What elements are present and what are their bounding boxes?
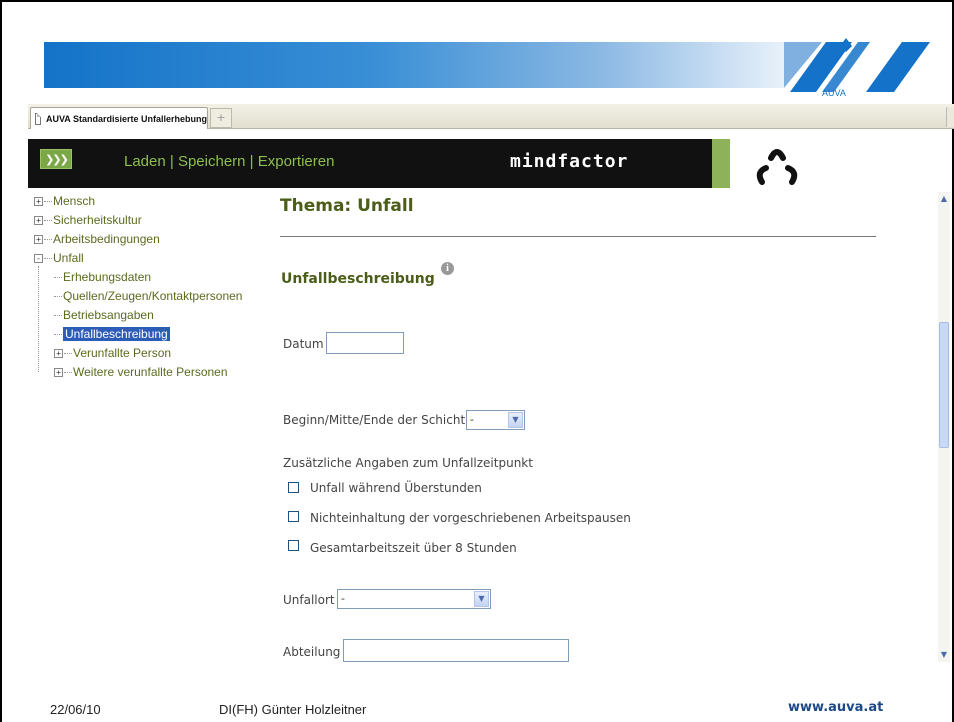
app-toolbar: ❯❯❯ Laden | Speichern | Exportieren mind… — [28, 139, 712, 188]
footer-date: 22/06/10 — [50, 702, 101, 717]
content-scrollbar[interactable]: ▲ ▼ — [938, 192, 950, 662]
checkbox-gesamtarbeitszeit[interactable] — [288, 540, 299, 551]
menu-save-link[interactable]: Speichern — [178, 153, 246, 170]
expand-icon[interactable]: + — [34, 197, 43, 207]
tree-dash — [54, 277, 62, 279]
tree-item-label: Unfall — [53, 251, 84, 265]
expand-icon[interactable]: + — [34, 235, 43, 245]
tree-item-label: Weitere verunfallte Personen — [73, 365, 228, 379]
auva-logo: AUVA — [790, 38, 930, 98]
tree-item-label: Unfallbeschreibung — [63, 327, 170, 341]
tree-item-label: Quellen/Zeugen/Kontaktpersonen — [63, 289, 243, 303]
scroll-thumb[interactable] — [939, 322, 949, 448]
page-title: Thema: Unfall — [280, 196, 414, 216]
checkbox-label: Nichteinhaltung der vorgeschriebenen Arb… — [310, 511, 631, 525]
checkbox-label: Unfall während Überstunden — [310, 481, 482, 495]
accent-strip — [712, 139, 730, 188]
tree-dash — [64, 372, 72, 374]
tree-dash — [54, 315, 62, 317]
brand-name: mindfactor — [510, 151, 629, 172]
unfallort-select[interactable]: - ▼ — [337, 589, 491, 609]
tab-title: AUVA Standardisierte Unfallerhebung — [45, 113, 207, 124]
tree-dash — [54, 334, 62, 336]
browser-tab-strip: AUVA Standardisierte Unfallerhebung + — [28, 104, 954, 129]
footer-author: DI(FH) Günter Holzleitner — [219, 702, 367, 717]
tree-item-mensch[interactable]: + Mensch — [34, 192, 242, 211]
scroll-up-icon[interactable]: ▲ — [938, 192, 950, 206]
checkbox-arbeitspausen[interactable] — [288, 511, 299, 522]
tree-item-unfall[interactable]: - Unfall — [34, 249, 242, 268]
menu-export-link[interactable]: Exportieren — [258, 153, 335, 170]
chevrons-icon[interactable]: ❯❯❯ — [40, 149, 72, 169]
scroll-down-icon[interactable]: ▼ — [938, 648, 950, 662]
abteilung-label: Abteilung — [283, 645, 341, 659]
tree-dash — [64, 353, 72, 355]
unfallort-selected-value: - — [341, 592, 345, 605]
footer-url[interactable]: www.auva.at — [788, 700, 883, 715]
datum-label: Datum — [283, 337, 324, 351]
tree-item-verunfallte-person[interactable]: + Verunfallte Person — [34, 344, 242, 363]
navigation-tree: + Mensch + Sicherheitskultur + Arbeitsbedin… — [34, 192, 242, 382]
tree-item-label: Erhebungsdaten — [63, 270, 152, 284]
tree-dash — [44, 258, 52, 260]
tree-item-label: Verunfallte Person — [73, 346, 172, 360]
menu-separator: | — [165, 153, 178, 170]
expand-icon[interactable]: + — [54, 368, 63, 378]
abteilung-field[interactable] — [343, 639, 569, 662]
tree-item-quellen[interactable]: Quellen/Zeugen/Kontaktpersonen — [34, 287, 242, 306]
collapse-icon[interactable]: - — [34, 254, 43, 264]
tree-item-label: Mensch — [53, 194, 96, 208]
tree-dash — [44, 201, 52, 203]
expand-icon[interactable]: + — [34, 216, 43, 226]
chevron-down-icon[interactable]: ▼ — [508, 412, 523, 428]
menu-separator: | — [245, 153, 258, 170]
browser-tab[interactable]: AUVA Standardisierte Unfallerhebung — [30, 107, 208, 129]
new-tab-button[interactable]: + — [210, 108, 232, 128]
schicht-label: Beginn/Mitte/Ende der Schicht — [283, 413, 466, 427]
schicht-selected-value: - — [470, 413, 474, 426]
tree-item-unfallbeschreibung[interactable]: Unfallbeschreibung — [34, 325, 242, 344]
expand-icon[interactable]: + — [54, 349, 63, 359]
document-icon — [35, 112, 41, 125]
menu-links: Laden | Speichern | Exportieren — [124, 153, 334, 170]
tree-item-arbeitsbedingungen[interactable]: + Arbeitsbedingungen — [34, 230, 242, 249]
chevron-down-icon[interactable]: ▼ — [474, 591, 489, 607]
datum-field[interactable] — [326, 332, 404, 354]
tree-item-weitere-personen[interactable]: + Weitere verunfallte Personen — [34, 363, 242, 382]
auva-logo-text: AUVA — [822, 88, 846, 98]
auva-banner: AUVA — [44, 38, 934, 98]
checkbox-ueberstunden[interactable] — [288, 482, 299, 493]
checkbox-label: Gesamtarbeitszeit über 8 Stunden — [310, 541, 517, 555]
banner-bar — [44, 42, 822, 88]
tree-dash — [54, 296, 62, 298]
tree-dash — [44, 239, 52, 241]
tree-item-sicherheitskultur[interactable]: + Sicherheitskultur — [34, 211, 242, 230]
section-title: Unfallbeschreibung — [281, 271, 435, 287]
tab-scroll-button[interactable] — [946, 107, 954, 127]
title-divider — [280, 236, 876, 237]
recycle-logo-icon — [756, 149, 798, 185]
tree-item-label: Sicherheitskultur — [53, 213, 142, 227]
tree-item-label: Betriebsangaben — [63, 308, 154, 322]
info-icon[interactable]: i — [441, 262, 454, 275]
tree-item-label: Arbeitsbedingungen — [53, 232, 160, 246]
zusatz-label: Zusätzliche Angaben zum Unfallzeitpunkt — [283, 456, 533, 470]
unfallort-label: Unfallort — [283, 593, 335, 607]
schicht-select[interactable]: - ▼ — [466, 410, 525, 430]
tree-dash — [44, 220, 52, 222]
menu-load-link[interactable]: Laden — [124, 153, 166, 170]
tree-item-erhebungsdaten[interactable]: Erhebungsdaten — [34, 268, 242, 287]
tree-item-betriebsangaben[interactable]: Betriebsangaben — [34, 306, 242, 325]
